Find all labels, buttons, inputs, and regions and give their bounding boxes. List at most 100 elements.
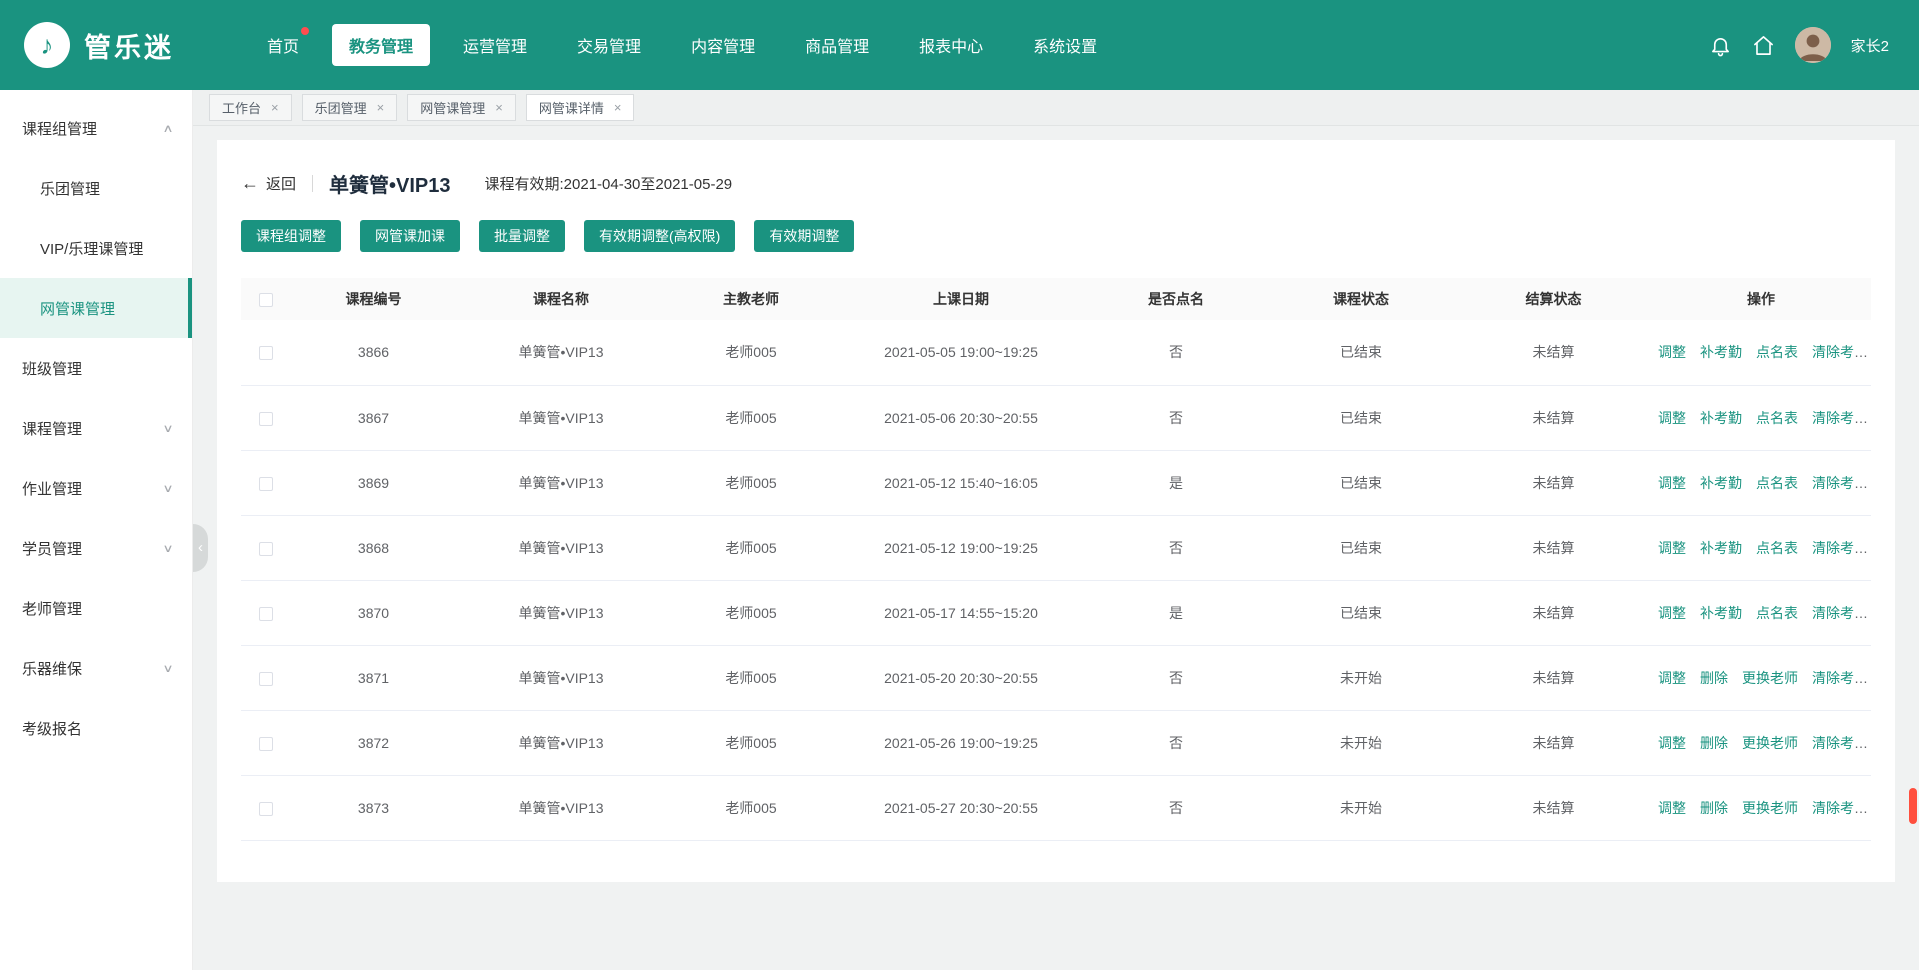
- row-action-link[interactable]: 点名表: [1756, 344, 1798, 360]
- row-action-link[interactable]: 点名表: [1756, 475, 1798, 491]
- close-icon[interactable]: ×: [377, 101, 385, 114]
- sidebar-collapse-handle[interactable]: ‹: [193, 524, 208, 572]
- sidebar-item[interactable]: 老师管理: [0, 578, 192, 638]
- cell-roll-call: 否: [1086, 320, 1266, 385]
- sidebar-item[interactable]: 学员管理∨: [0, 518, 192, 578]
- sidebar-item[interactable]: 作业管理∨: [0, 458, 192, 518]
- row-checkbox[interactable]: [259, 412, 273, 426]
- bell-icon[interactable]: [1709, 34, 1732, 57]
- action-button[interactable]: 课程组调整: [241, 220, 341, 252]
- nav-item[interactable]: 首页: [250, 24, 316, 66]
- row-action-link[interactable]: 调整: [1658, 735, 1686, 751]
- sidebar-item-label: 学员管理: [22, 538, 82, 559]
- row-action-link[interactable]: 删除: [1700, 735, 1728, 751]
- close-icon[interactable]: ×: [614, 101, 622, 114]
- nav-item[interactable]: 系统设置: [1016, 24, 1114, 66]
- sidebar-subitem[interactable]: VIP/乐理课管理: [0, 218, 192, 278]
- cell-settle-status: 未结算: [1456, 515, 1651, 580]
- row-checkbox[interactable]: [259, 542, 273, 556]
- close-icon[interactable]: ×: [271, 101, 279, 114]
- row-action-link[interactable]: 点名表: [1756, 540, 1798, 556]
- logo[interactable]: ♪ 管乐迷: [24, 22, 224, 68]
- row-action-link[interactable]: 清除考勤: [1812, 540, 1868, 556]
- cell-course-no: 3869: [291, 450, 456, 515]
- cell-teacher: 老师005: [666, 515, 836, 580]
- nav-item[interactable]: 交易管理: [560, 24, 658, 66]
- row-action-link[interactable]: 更换老师: [1742, 800, 1798, 816]
- row-action-link[interactable]: 删除: [1700, 800, 1728, 816]
- row-action-link[interactable]: 调整: [1658, 475, 1686, 491]
- row-action-link[interactable]: 点名表: [1756, 605, 1798, 621]
- row-action-link[interactable]: 调整: [1658, 800, 1686, 816]
- sidebar-item-label: 网管课管理: [40, 298, 115, 319]
- row-action-link[interactable]: 清除考勤: [1812, 605, 1868, 621]
- nav-item[interactable]: 教务管理: [332, 24, 430, 66]
- sidebar-subitem[interactable]: 乐团管理: [0, 158, 192, 218]
- view-tab[interactable]: 乐团管理×: [302, 94, 398, 121]
- view-tab[interactable]: 网管课详情×: [526, 94, 635, 121]
- avatar[interactable]: [1795, 27, 1831, 63]
- row-action-link[interactable]: 清除考勤: [1812, 735, 1868, 751]
- row-checkbox[interactable]: [259, 672, 273, 686]
- home-icon[interactable]: [1752, 34, 1775, 57]
- cell-settle-status: 未结算: [1456, 710, 1651, 775]
- row-action-link[interactable]: 清除考勤: [1812, 410, 1868, 426]
- current-user-name[interactable]: 家长2: [1851, 35, 1889, 56]
- action-button[interactable]: 有效期调整(高权限): [584, 220, 735, 252]
- cell-date: 2021-05-12 15:40~16:05: [836, 450, 1086, 515]
- row-action-link[interactable]: 清除考勤: [1812, 475, 1868, 491]
- row-actions-cell: 调整补考勤点名表清除考勤: [1651, 450, 1871, 515]
- view-tab[interactable]: 工作台×: [209, 94, 292, 121]
- sidebar-item[interactable]: 考级报名: [0, 698, 192, 758]
- cell-settle-status: 未结算: [1456, 645, 1651, 710]
- row-action-link[interactable]: 调整: [1658, 605, 1686, 621]
- row-action-link[interactable]: 删除: [1700, 670, 1728, 686]
- cell-course-name: 单簧管•VIP13: [456, 385, 666, 450]
- sidebar-subitem[interactable]: 网管课管理: [0, 278, 192, 338]
- row-actions-cell: 调整补考勤点名表清除考勤: [1651, 320, 1871, 385]
- action-button[interactable]: 批量调整: [479, 220, 565, 252]
- page-scrollbar-thumb[interactable]: [1909, 788, 1917, 824]
- cell-course-no: 3866: [291, 320, 456, 385]
- row-action-link[interactable]: 补考勤: [1700, 605, 1742, 621]
- sidebar-item[interactable]: 课程管理∨: [0, 398, 192, 458]
- row-checkbox[interactable]: [259, 346, 273, 360]
- nav-item[interactable]: 内容管理: [674, 24, 772, 66]
- row-action-link[interactable]: 点名表: [1756, 410, 1798, 426]
- row-checkbox[interactable]: [259, 802, 273, 816]
- row-checkbox[interactable]: [259, 607, 273, 621]
- row-checkbox[interactable]: [259, 477, 273, 491]
- sidebar-group-header[interactable]: 课程组管理∧: [0, 98, 192, 158]
- action-button[interactable]: 网管课加课: [360, 220, 460, 252]
- close-icon[interactable]: ×: [495, 101, 503, 114]
- row-action-link[interactable]: 清除考勤: [1812, 670, 1868, 686]
- sidebar-item[interactable]: 乐器维保∨: [0, 638, 192, 698]
- cell-course-name: 单簧管•VIP13: [456, 710, 666, 775]
- cell-settle-status: 未结算: [1456, 320, 1651, 385]
- nav-item[interactable]: 运营管理: [446, 24, 544, 66]
- nav-item[interactable]: 商品管理: [788, 24, 886, 66]
- row-action-link[interactable]: 补考勤: [1700, 540, 1742, 556]
- row-action-link[interactable]: 调整: [1658, 540, 1686, 556]
- row-action-link[interactable]: 清除考勤: [1812, 800, 1868, 816]
- cell-date: 2021-05-12 19:00~19:25: [836, 515, 1086, 580]
- row-action-link[interactable]: 更换老师: [1742, 735, 1798, 751]
- row-action-link[interactable]: 清除考勤: [1812, 344, 1868, 360]
- nav-item[interactable]: 报表中心: [902, 24, 1000, 66]
- row-action-link[interactable]: 调整: [1658, 670, 1686, 686]
- view-tab[interactable]: 网管课管理×: [407, 94, 516, 121]
- row-checkbox[interactable]: [259, 737, 273, 751]
- select-all-checkbox[interactable]: [259, 293, 273, 307]
- back-button[interactable]: ← 返回: [241, 173, 296, 194]
- navbar-right: 家长2: [1709, 27, 1889, 63]
- row-action-link[interactable]: 调整: [1658, 344, 1686, 360]
- row-action-link[interactable]: 补考勤: [1700, 410, 1742, 426]
- cell-settle-status: 未结算: [1456, 450, 1651, 515]
- row-action-link[interactable]: 更换老师: [1742, 670, 1798, 686]
- row-action-link[interactable]: 调整: [1658, 410, 1686, 426]
- table-row: 3873单簧管•VIP13老师0052021-05-27 20:30~20:55…: [241, 775, 1871, 840]
- row-action-link[interactable]: 补考勤: [1700, 475, 1742, 491]
- sidebar-item[interactable]: 班级管理: [0, 338, 192, 398]
- action-button[interactable]: 有效期调整: [754, 220, 854, 252]
- row-action-link[interactable]: 补考勤: [1700, 344, 1742, 360]
